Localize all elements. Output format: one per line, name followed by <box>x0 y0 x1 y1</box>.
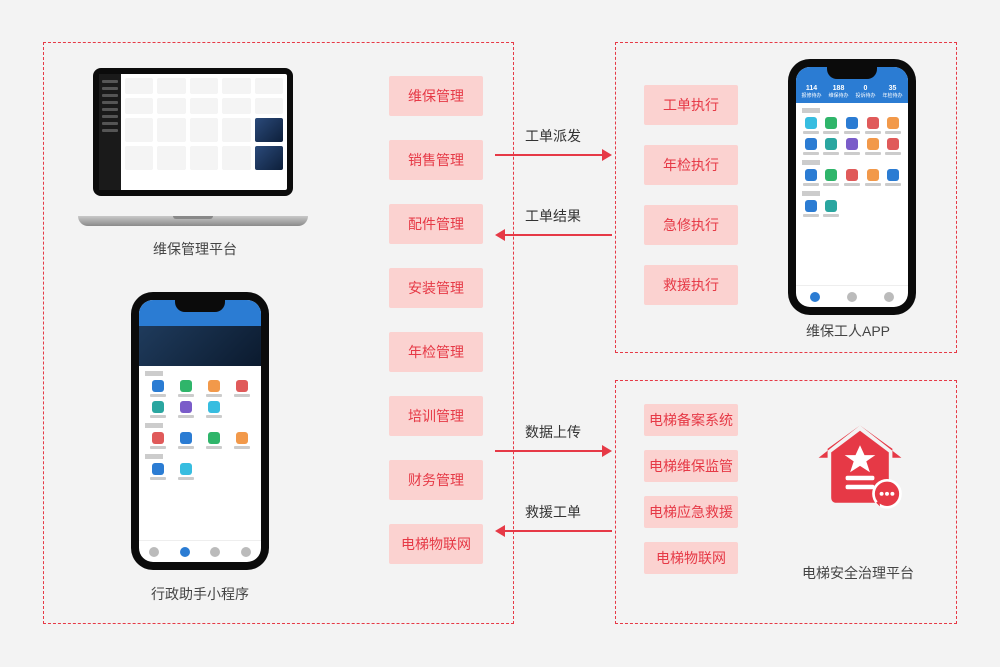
tag-rescue-exec: 救援执行 <box>644 265 738 305</box>
tag-iot-left: 电梯物联网 <box>389 524 483 564</box>
phone-notch-icon <box>827 67 877 79</box>
laptop-screen <box>93 68 293 196</box>
arrow-label-rescue: 救援工单 <box>525 502 581 522</box>
phone-worker-app: 114报修待办 188维保待办 0投诉待办 35年检待办 <box>788 59 916 315</box>
arrow-dispatch-line <box>495 154 602 156</box>
worker-tabbar <box>796 285 908 307</box>
house-platform-icon <box>815 420 905 510</box>
tag-training-mgmt: 培训管理 <box>389 396 483 436</box>
miniapp-hero <box>139 326 261 366</box>
arrow-rescue-line <box>505 530 612 532</box>
tag-iot-right: 电梯物联网 <box>644 542 738 574</box>
tag-install-mgmt: 安装管理 <box>389 268 483 308</box>
caption-safety-platform: 电梯安全治理平台 <box>793 563 923 583</box>
tag-finance-mgmt: 财务管理 <box>389 460 483 500</box>
arrow-upload-line <box>495 450 602 452</box>
laptop-mock <box>78 68 308 226</box>
tag-parts-mgmt: 配件管理 <box>389 204 483 244</box>
arrow-upload-head <box>602 445 612 457</box>
phone-miniapp <box>131 292 269 570</box>
arrow-rescue-head <box>495 525 505 537</box>
arrow-label-upload: 数据上传 <box>525 422 581 442</box>
diagram-canvas: 维保管理 销售管理 配件管理 安装管理 年检管理 培训管理 财务管理 电梯物联网… <box>0 0 1000 667</box>
arrow-label-result: 工单结果 <box>525 206 581 226</box>
tag-emergency: 电梯应急救援 <box>644 496 738 528</box>
phone-notch-icon <box>175 300 225 312</box>
tag-registry: 电梯备案系统 <box>644 404 738 436</box>
miniapp-tabbar <box>139 540 261 562</box>
tag-order-exec: 工单执行 <box>644 85 738 125</box>
worker-stats: 114报修待办 188维保待办 0投诉待办 35年检待办 <box>796 81 908 103</box>
tag-supervision: 电梯维保监管 <box>644 450 738 482</box>
caption-worker-app: 维保工人APP <box>793 321 903 341</box>
arrow-dispatch-head <box>602 149 612 161</box>
caption-miniapp: 行政助手小程序 <box>140 584 260 604</box>
arrow-result-head <box>495 229 505 241</box>
arrow-result-line <box>505 234 612 236</box>
laptop-base <box>78 216 308 226</box>
tag-annual-exec: 年检执行 <box>644 145 738 185</box>
tag-repair-exec: 急修执行 <box>644 205 738 245</box>
tag-annual-mgmt: 年检管理 <box>389 332 483 372</box>
tag-maintenance-mgmt: 维保管理 <box>389 76 483 116</box>
caption-platform: 维保管理平台 <box>140 239 250 259</box>
arrow-label-dispatch: 工单派发 <box>525 126 581 146</box>
tag-sales-mgmt: 销售管理 <box>389 140 483 180</box>
laptop-sidebar <box>99 74 121 190</box>
